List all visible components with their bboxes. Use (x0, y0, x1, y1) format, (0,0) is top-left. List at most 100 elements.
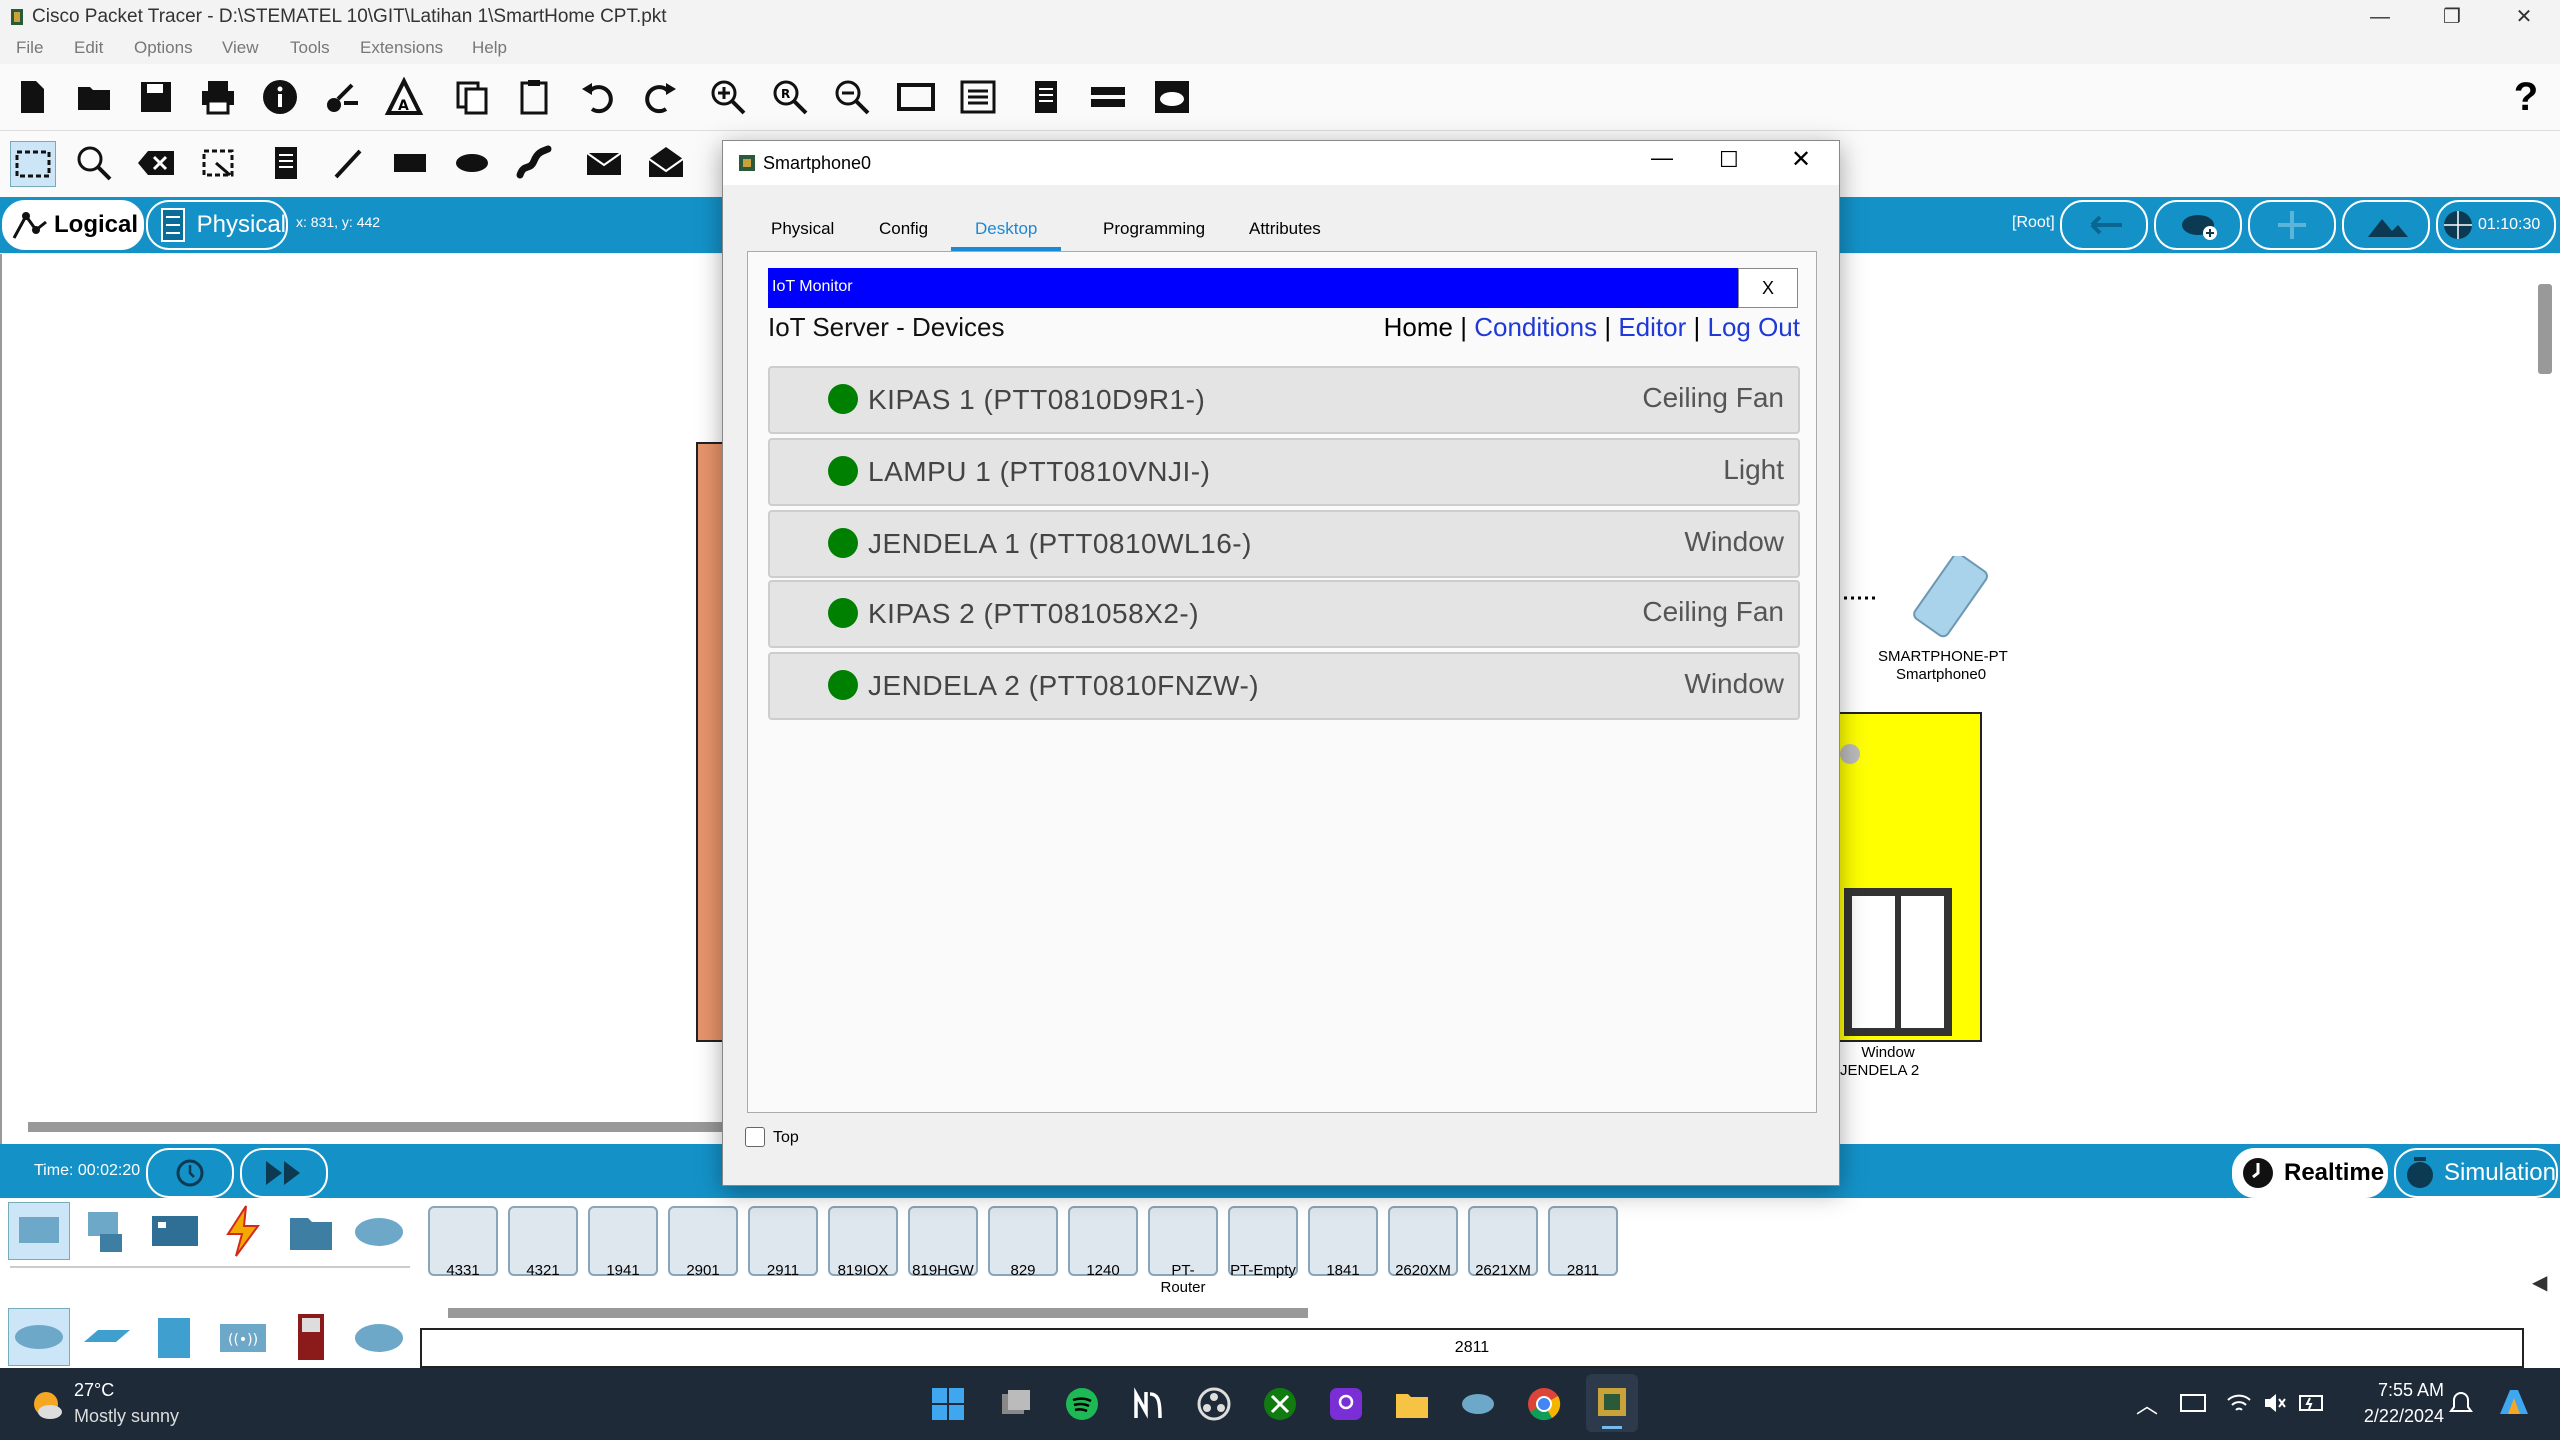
windows-start-icon[interactable] (930, 1386, 966, 1422)
connections-icon[interactable] (216, 1204, 270, 1258)
task-view-icon[interactable] (998, 1386, 1034, 1422)
drawing-palette-icon[interactable] (894, 75, 938, 119)
open-folder-icon[interactable] (72, 75, 116, 119)
realtime-button[interactable]: Realtime (2232, 1148, 2388, 1198)
dialog-minimize-button[interactable]: — (1651, 145, 1673, 171)
add-complex-pdu-icon[interactable] (644, 141, 688, 185)
help-icon[interactable]: ? (2504, 75, 2548, 119)
window-device-image[interactable] (1838, 712, 1982, 1042)
info-icon[interactable] (258, 75, 302, 119)
router-model-819hgw[interactable]: 819HGW (908, 1206, 978, 1279)
router-model-pt-router[interactable]: PT-Router (1148, 1206, 1218, 1296)
iot-device-row[interactable]: JENDELA 1 (PTT0810WL16-) Window (768, 510, 1800, 578)
wifi-icon[interactable] (2226, 1390, 2252, 1416)
logical-mode-button[interactable]: Logical (2, 200, 144, 250)
menu-help[interactable]: Help (472, 38, 507, 58)
chrome-icon[interactable] (1526, 1386, 1562, 1422)
add-simple-pdu-icon[interactable] (582, 141, 626, 185)
keyboard-icon[interactable] (2180, 1392, 2206, 1414)
nav-conditions-link[interactable]: Conditions (1474, 312, 1597, 342)
wireless-devices-icon[interactable]: ((•)) (216, 1310, 270, 1364)
notification-bell-icon[interactable] (2448, 1390, 2474, 1418)
tab-config[interactable]: Config (855, 211, 952, 247)
obs-icon[interactable] (1196, 1386, 1232, 1422)
router-model-4331[interactable]: 4331 (428, 1206, 498, 1279)
model-list-scrollbar[interactable] (448, 1308, 1308, 1318)
save-icon[interactable] (134, 75, 178, 119)
new-cluster-button[interactable] (2154, 200, 2242, 250)
ellipse-tool-icon[interactable] (450, 141, 494, 185)
smartphone-icon[interactable] (1840, 556, 2020, 646)
iot-device-row[interactable]: LAMPU 1 (PTT0810VNJI-) Light (768, 438, 1800, 506)
iot-device-row[interactable]: KIPAS 1 (PTT0810D9R1-) Ceiling Fan (768, 366, 1800, 434)
power-cycle-button[interactable] (146, 1148, 234, 1198)
weather-sunny-icon[interactable] (28, 1386, 64, 1422)
xbox-icon[interactable] (1262, 1386, 1298, 1422)
router-model-2620xm[interactable]: 2620XM (1388, 1206, 1458, 1279)
menu-extensions[interactable]: Extensions (360, 38, 443, 58)
router-model-4321[interactable]: 4321 (508, 1206, 578, 1279)
rectangle-tool-icon[interactable] (388, 141, 432, 185)
iot-monitor-close-button[interactable]: X (1738, 268, 1798, 308)
taskbar-time[interactable]: 7:55 AM (2350, 1380, 2444, 1401)
nav-home-link[interactable]: Home (1384, 312, 1453, 342)
tab-programming[interactable]: Programming (1079, 211, 1229, 247)
tab-physical[interactable]: Physical (747, 211, 858, 247)
security-icon[interactable] (284, 1310, 338, 1364)
zoom-out-icon[interactable] (830, 75, 874, 119)
volume-muted-icon[interactable] (2262, 1390, 2288, 1416)
router-model-2621xm[interactable]: 2621XM (1468, 1206, 1538, 1279)
router-model-pt-empty[interactable]: PT-Empty (1228, 1206, 1298, 1279)
battery-icon[interactable] (2298, 1390, 2326, 1416)
dialog-title-bar[interactable]: Smartphone0 — ☐ ✕ (723, 141, 1839, 185)
close-button[interactable]: ✕ (2504, 2, 2544, 32)
iot-device-row[interactable]: KIPAS 2 (PTT081058X2-) Ceiling Fan (768, 580, 1800, 648)
wan-emulation-icon[interactable] (352, 1310, 406, 1364)
minimize-button[interactable]: — (2360, 2, 2400, 32)
cloud-device-icon[interactable] (1150, 75, 1194, 119)
switches-icon[interactable] (80, 1310, 134, 1364)
end-devices-icon[interactable] (80, 1204, 134, 1258)
packet-tracer-taskbar-button[interactable] (1586, 1374, 1638, 1432)
copy-icon[interactable] (450, 75, 494, 119)
router-model-819iox[interactable]: 819IOX (828, 1206, 898, 1279)
undo-icon[interactable] (576, 75, 620, 119)
select-tool-icon[interactable] (10, 141, 56, 187)
router-model-1941[interactable]: 1941 (588, 1206, 658, 1279)
restore-button[interactable]: ❐ (2432, 2, 2472, 32)
menu-tools[interactable]: Tools (290, 38, 330, 58)
routers-category[interactable] (8, 1308, 70, 1366)
router-model-2901[interactable]: 2901 (668, 1206, 738, 1279)
paste-icon[interactable] (512, 75, 556, 119)
dialog-close-button[interactable]: ✕ (1791, 145, 1811, 174)
custom-device-dialog-icon[interactable] (956, 75, 1000, 119)
menu-options[interactable]: Options (134, 38, 193, 58)
back-button[interactable] (2060, 200, 2148, 250)
nav-logout-link[interactable]: Log Out (1707, 312, 1800, 342)
router-model-1841[interactable]: 1841 (1308, 1206, 1378, 1279)
expand-panel-arrow-icon[interactable]: ◀ (2532, 1270, 2547, 1295)
zoom-in-icon[interactable] (706, 75, 750, 119)
device-template-icon[interactable] (1086, 75, 1130, 119)
show-hidden-icons-icon[interactable]: ︿ (2136, 1388, 2158, 1420)
menu-edit[interactable]: Edit (74, 38, 103, 58)
file-explorer-icon[interactable] (1394, 1386, 1430, 1422)
fast-forward-button[interactable] (240, 1148, 328, 1198)
multiuser-icon[interactable] (352, 1204, 406, 1258)
delete-tool-icon[interactable] (134, 141, 178, 185)
menu-file[interactable]: File (16, 38, 43, 58)
tab-attributes[interactable]: Attributes (1225, 211, 1345, 247)
viewport-clock-button[interactable]: 01:10:30 (2436, 200, 2556, 250)
menu-view[interactable]: View (222, 38, 259, 58)
network-info-icon[interactable] (320, 75, 364, 119)
hubs-icon[interactable] (148, 1310, 202, 1364)
dialog-maximize-button[interactable]: ☐ (1719, 147, 1739, 173)
new-file-icon[interactable] (10, 75, 54, 119)
router-model-1240[interactable]: 1240 (1068, 1206, 1138, 1279)
horizontal-scrollbar[interactable] (28, 1122, 728, 1132)
simulation-button[interactable]: Simulation (2394, 1148, 2558, 1198)
line-tool-icon[interactable] (326, 141, 370, 185)
router-model-829[interactable]: 829 (988, 1206, 1058, 1279)
activity-wizard-icon[interactable]: A (382, 75, 426, 119)
redo-icon[interactable] (638, 75, 682, 119)
